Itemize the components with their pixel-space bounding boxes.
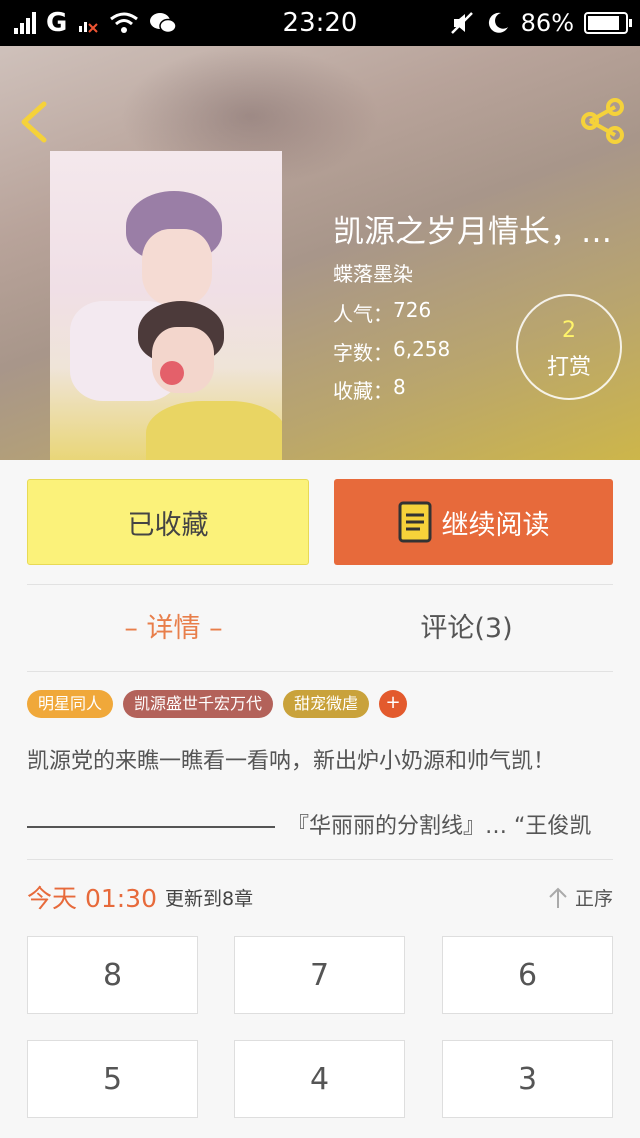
favorited-button[interactable]: 已收藏: [27, 479, 309, 565]
update-time: 今天 01:30: [27, 884, 157, 913]
popularity-value: 726: [393, 298, 432, 322]
book-title: 凯源之岁月情长，…: [333, 214, 612, 250]
tab-detail[interactable]: – 详情 –: [27, 588, 320, 670]
book-icon: [398, 501, 431, 543]
tag-item[interactable]: 凯源盛世千宏万代: [123, 690, 274, 718]
book-summary-continued: 『华丽丽的分割线』… “王俊凯: [27, 809, 613, 845]
status-right: 86%: [449, 0, 632, 46]
popularity-label: 人气：: [333, 302, 393, 326]
mute-icon: [450, 12, 473, 34]
wordcount-stat: 字数： 6,258: [333, 337, 450, 366]
update-chapter-count: 更新到8章: [165, 887, 254, 910]
sort-order-toggle[interactable]: 正序: [547, 877, 613, 917]
update-info: 今天 01:30 更新到8章: [27, 877, 253, 917]
arrow-up-icon: [549, 887, 567, 908]
summary-text: 『华丽丽的分割线』… “王俊凯: [287, 814, 592, 839]
divider: [27, 584, 613, 585]
chapter-button[interactable]: 6: [442, 936, 613, 1014]
tab-comments[interactable]: 评论(3): [320, 588, 613, 670]
chapter-button[interactable]: 4: [234, 1040, 405, 1118]
status-bar: G 23:20 86%: [0, 0, 640, 46]
reward-label: 打赏: [546, 355, 591, 380]
tag-list: 明星同人 凯源盛世千宏万代 甜宠微虐 +: [27, 690, 408, 718]
summary-divider-line: [27, 826, 275, 828]
share-icon[interactable]: [578, 96, 628, 146]
continue-reading-label: 继续阅读: [441, 509, 550, 541]
book-summary: 凯源党的来瞧一瞧看一看呐，新出炉小奶源和帅气凯！: [27, 749, 556, 774]
chapter-button[interactable]: 8: [27, 936, 198, 1014]
add-tag-button[interactable]: +: [379, 690, 408, 718]
book-cover-image: [50, 151, 282, 460]
chapter-button[interactable]: 5: [27, 1040, 198, 1118]
divider: [27, 859, 613, 860]
battery-icon: [584, 12, 632, 34]
popularity-stat: 人气： 726: [333, 298, 431, 327]
divider: [27, 671, 613, 672]
continue-reading-button[interactable]: 继续阅读: [334, 479, 613, 565]
wordcount-label: 字数：: [333, 341, 393, 365]
sort-order-label: 正序: [574, 887, 613, 910]
favorites-stat: 收藏： 8: [333, 375, 406, 404]
wordcount-value: 6,258: [393, 337, 451, 361]
back-icon[interactable]: [14, 98, 54, 146]
chapter-button[interactable]: 7: [234, 936, 405, 1014]
reward-count: 2: [562, 318, 576, 343]
battery-percent: 86%: [520, 9, 574, 37]
favorites-value: 8: [393, 375, 406, 399]
tag-item[interactable]: 明星同人: [27, 690, 114, 718]
reward-button[interactable]: 2 打赏: [516, 294, 622, 400]
chapter-button[interactable]: 3: [442, 1040, 613, 1118]
favorited-label: 已收藏: [127, 509, 209, 541]
tag-item[interactable]: 甜宠微虐: [283, 690, 370, 718]
book-author[interactable]: 蝶落墨染: [333, 258, 413, 287]
favorites-label: 收藏：: [333, 379, 393, 403]
night-mode-icon: [488, 12, 508, 33]
book-header: 凯源之岁月情长，… 蝶落墨染 人气： 726 字数： 6,258 收藏： 8 2…: [0, 46, 640, 460]
